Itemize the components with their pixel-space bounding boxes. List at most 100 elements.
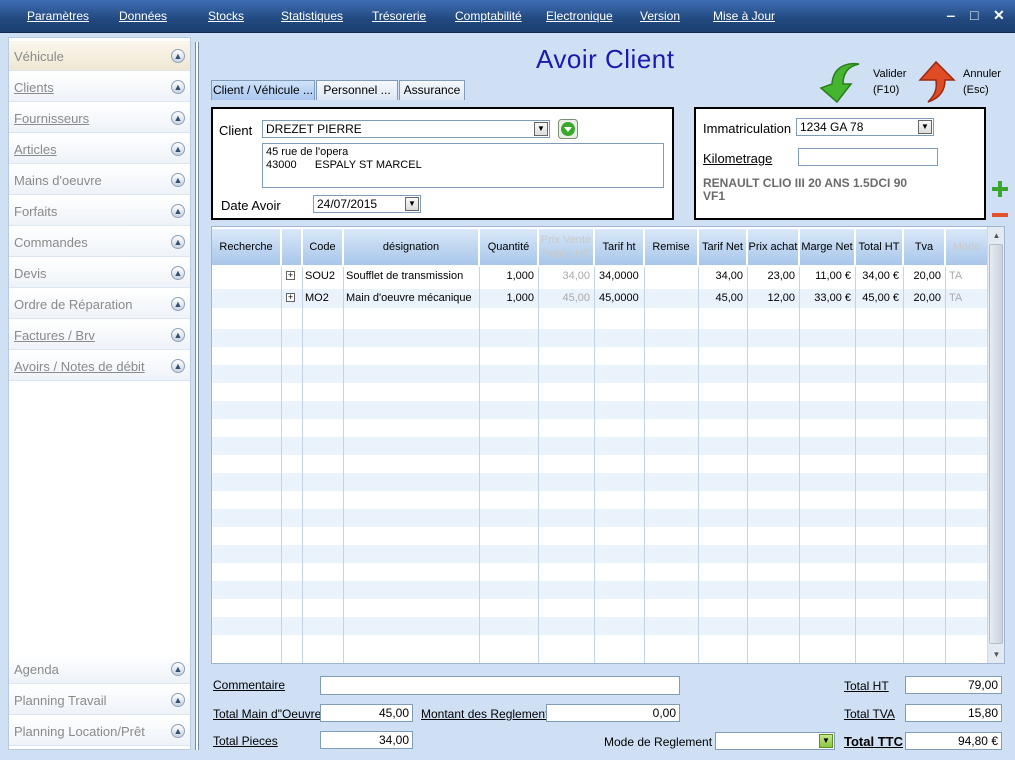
column-header-code[interactable]: Code xyxy=(303,229,343,265)
sidebar-item-agenda[interactable]: Agenda ▲ xyxy=(9,654,190,684)
column-header-prix-public[interactable]: Prix Vente Public HT xyxy=(539,229,594,265)
menu-statistiques[interactable]: Statistiques xyxy=(281,9,343,23)
column-header-tarif-net[interactable]: Tarif Net xyxy=(699,229,747,265)
menu-electronique[interactable]: Electronique xyxy=(546,9,613,23)
vertical-scrollbar[interactable]: ▲ ▼ xyxy=(987,227,1004,663)
empty-table-row[interactable] xyxy=(212,635,988,653)
address-line-2: 43000 ESPALY ST MARCEL xyxy=(266,159,422,171)
column-header-tva[interactable]: Tva xyxy=(904,229,945,265)
cell-code: SOU2 xyxy=(305,270,335,282)
sidebar-item-clients[interactable]: Clients ▲ xyxy=(9,72,190,102)
annuler-label[interactable]: Annuler (Esc) xyxy=(963,66,1001,98)
sidebar-item-fournisseurs[interactable]: Fournisseurs ▲ xyxy=(9,103,190,133)
empty-table-row[interactable] xyxy=(212,491,988,509)
menu-donnees[interactable]: Données xyxy=(119,9,167,23)
maximize-button[interactable]: □ xyxy=(970,7,978,23)
sidebar-item-ordre-reparation[interactable]: Ordre de Réparation ▲ xyxy=(9,289,190,319)
empty-table-row[interactable] xyxy=(212,311,988,329)
immatriculation-combo[interactable]: 1234 GA 78 ▼ xyxy=(796,118,934,136)
column-divider xyxy=(538,267,539,663)
empty-table-row[interactable] xyxy=(212,473,988,491)
expand-icon[interactable]: + xyxy=(286,271,295,280)
column-header-recherche[interactable]: Recherche xyxy=(212,229,281,265)
cell-designation: Soufflet de transmission xyxy=(346,270,464,282)
tab-assurance[interactable]: Assurance xyxy=(399,80,465,100)
column-header-marge-net[interactable]: Marge Net xyxy=(800,229,855,265)
empty-table-row[interactable] xyxy=(212,617,988,635)
sidebar: Véhicule ▲ Clients ▲ Fournisseurs ▲ Arti… xyxy=(8,37,191,750)
empty-table-row[interactable] xyxy=(212,437,988,455)
expand-icon[interactable]: + xyxy=(286,293,295,302)
green-curved-arrow-icon[interactable] xyxy=(815,58,861,104)
sidebar-item-avoirs[interactable]: Avoirs / Notes de débit ▲ xyxy=(9,351,190,381)
client-address[interactable]: 45 rue de l'opera 43000 ESPALY ST MARCEL xyxy=(262,143,664,188)
commentaire-input[interactable] xyxy=(320,676,680,695)
splitter[interactable] xyxy=(195,42,199,750)
empty-table-row[interactable] xyxy=(212,599,988,617)
sidebar-item-factures[interactable]: Factures / Brv ▲ xyxy=(9,320,190,350)
column-header-prix-achat[interactable]: Prix achat xyxy=(748,229,799,265)
sidebar-item-devis[interactable]: Devis ▲ xyxy=(9,258,190,288)
empty-table-row[interactable] xyxy=(212,545,988,563)
empty-table-row[interactable] xyxy=(212,455,988,473)
sidebar-item-forfaits[interactable]: Forfaits ▲ xyxy=(9,196,190,226)
empty-table-row[interactable] xyxy=(212,347,988,365)
minus-icon[interactable] xyxy=(991,210,1009,220)
tab-client-vehicule[interactable]: Client / Véhicule ... xyxy=(211,80,315,100)
menu-stocks[interactable]: Stocks xyxy=(208,9,244,23)
column-header-mode[interactable]: Mode xyxy=(946,229,988,265)
sidebar-item-planning-location[interactable]: Planning Location/Prêt ▲ xyxy=(9,716,190,746)
scroll-thumb[interactable] xyxy=(989,244,1003,644)
plus-icon[interactable] xyxy=(991,180,1009,198)
menu-mise-a-jour[interactable]: Mise à Jour xyxy=(713,9,775,23)
green-circle-arrow-icon[interactable] xyxy=(558,119,578,139)
client-combo[interactable]: DREZET PIERRE ▼ xyxy=(262,120,550,138)
menu-parametres[interactable]: Paramètres xyxy=(27,9,89,23)
column-divider xyxy=(855,267,856,663)
empty-table-row[interactable] xyxy=(212,383,988,401)
client-value: DREZET PIERRE xyxy=(266,122,362,136)
empty-table-row[interactable] xyxy=(212,509,988,527)
column-header-remise[interactable]: Remise xyxy=(645,229,698,265)
page-title: Avoir Client xyxy=(536,44,675,74)
cell-remise xyxy=(645,267,698,286)
empty-table-row[interactable] xyxy=(212,365,988,383)
tab-personnel[interactable]: Personnel ... xyxy=(316,80,398,100)
sidebar-item-commandes[interactable]: Commandes ▲ xyxy=(9,227,190,257)
table-row[interactable]: + SOU2 Soufflet de transmission 1,000 34… xyxy=(212,267,988,286)
menu-tresorerie[interactable]: Trésorerie xyxy=(372,9,426,23)
scroll-up-icon[interactable]: ▲ xyxy=(989,228,1004,243)
empty-table-row[interactable] xyxy=(212,563,988,581)
menu-comptabilite[interactable]: Comptabilité xyxy=(455,9,522,23)
date-avoir-field[interactable]: 24/07/2015 ▼ xyxy=(313,195,421,213)
close-button[interactable]: ✕ xyxy=(993,7,1005,24)
menu-version[interactable]: Version xyxy=(640,9,680,23)
minimize-button[interactable]: ‒ xyxy=(947,7,955,23)
valider-label[interactable]: Valider (F10) xyxy=(873,66,906,98)
cell-tarif-net: 34,00 xyxy=(715,270,743,282)
empty-table-row[interactable] xyxy=(212,401,988,419)
column-header-expand[interactable] xyxy=(282,229,302,265)
empty-table-row[interactable] xyxy=(212,329,988,347)
column-header-quantite[interactable]: Quantité xyxy=(480,229,538,265)
sidebar-item-vehicule[interactable]: Véhicule ▲ xyxy=(9,41,190,71)
date-avoir-label: Date Avoir xyxy=(221,198,281,213)
empty-table-row[interactable] xyxy=(212,527,988,545)
sidebar-item-planning-travail[interactable]: Planning Travail ▲ xyxy=(9,685,190,715)
chevron-up-icon: ▲ xyxy=(171,80,185,94)
kilometrage-input[interactable] xyxy=(798,148,938,166)
cell-prix-public: 45,00 xyxy=(562,292,590,304)
column-header-designation[interactable]: désignation xyxy=(344,229,479,265)
sidebar-item-mains-oeuvre[interactable]: Mains d'oeuvre ▲ xyxy=(9,165,190,195)
column-header-total-ht[interactable]: Total HT xyxy=(856,229,903,265)
column-header-tarif-ht[interactable]: Tarif ht xyxy=(595,229,644,265)
date-avoir-value: 24/07/2015 xyxy=(317,197,378,211)
total-tva-value: 15,80 xyxy=(905,704,1002,722)
scroll-down-icon[interactable]: ▼ xyxy=(989,647,1004,662)
mode-reglement-combo[interactable]: ▼ xyxy=(715,732,835,750)
sidebar-item-articles[interactable]: Articles ▲ xyxy=(9,134,190,164)
empty-table-row[interactable] xyxy=(212,419,988,437)
table-row[interactable]: + MO2 Main d'oeuvre mécanique 1,000 45,0… xyxy=(212,289,988,308)
red-curved-arrow-icon[interactable] xyxy=(914,58,960,104)
empty-table-row[interactable] xyxy=(212,581,988,599)
